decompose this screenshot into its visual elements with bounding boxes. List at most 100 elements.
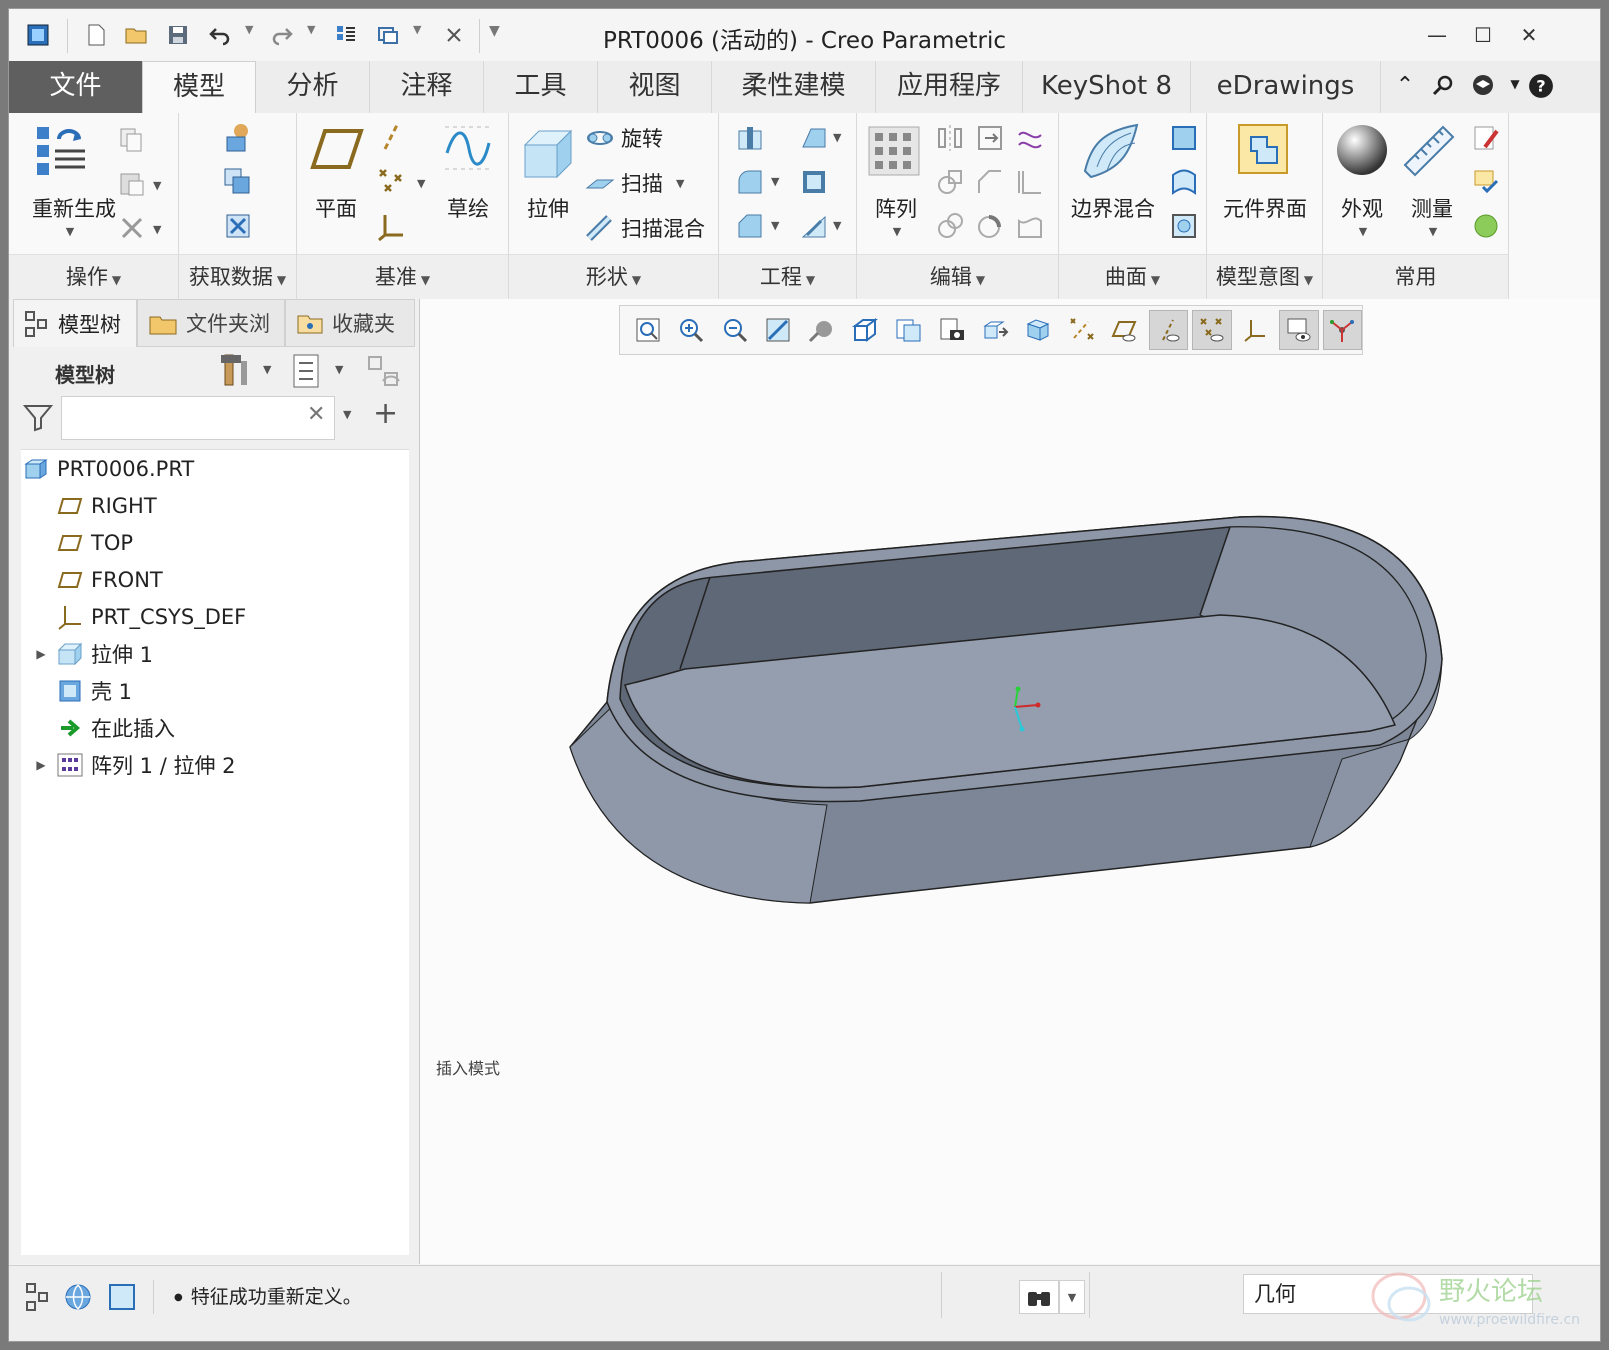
extrude-icon[interactable] bbox=[521, 125, 577, 183]
round-icon[interactable] bbox=[735, 167, 765, 201]
find-icon[interactable] bbox=[1019, 1280, 1059, 1314]
tab-model-tree[interactable]: 模型树 bbox=[13, 299, 137, 347]
datum-plane-icon[interactable] bbox=[309, 125, 365, 177]
paste-icon[interactable] bbox=[117, 169, 147, 203]
tab-tools[interactable]: 工具 bbox=[484, 61, 598, 113]
tab-model[interactable]: 模型 bbox=[142, 61, 256, 114]
style-icon[interactable] bbox=[1169, 167, 1199, 201]
chamfer-dropdown-icon[interactable]: ▼ bbox=[771, 219, 779, 232]
tree-item-extrude-1[interactable]: ▶ 拉伸 1 bbox=[27, 637, 153, 671]
swept-blend-button[interactable]: 扫描混合 bbox=[585, 213, 705, 243]
merge-icon[interactable] bbox=[935, 167, 965, 201]
group-label-operations[interactable]: 操作 ▼ bbox=[9, 254, 178, 299]
regenerate-icon[interactable] bbox=[33, 123, 89, 183]
expand-arrow-icon[interactable]: ▶ bbox=[27, 647, 55, 661]
draft-dropdown-icon[interactable]: ▼ bbox=[833, 131, 841, 144]
revolve-button[interactable]: 旋转 bbox=[585, 123, 663, 153]
component-interface-icon[interactable] bbox=[1235, 121, 1291, 181]
intersect-icon[interactable] bbox=[935, 211, 965, 245]
show-columns-icon[interactable] bbox=[291, 353, 321, 393]
chamfer-icon[interactable] bbox=[735, 211, 765, 245]
measure-button[interactable]: 测量 bbox=[1397, 193, 1467, 223]
trim-icon[interactable] bbox=[975, 167, 1005, 201]
browser-toggle-icon[interactable] bbox=[61, 1280, 95, 1314]
paste-dropdown-icon[interactable]: ▼ bbox=[153, 179, 161, 192]
clear-search-icon[interactable]: ✕ bbox=[307, 402, 325, 427]
tree-item-insert-here[interactable]: 在此插入 bbox=[55, 711, 175, 745]
find-dropdown-icon[interactable]: ▼ bbox=[1059, 1280, 1085, 1314]
tab-favorites[interactable]: 收藏夹 bbox=[285, 299, 415, 347]
tab-edrawings[interactable]: eDrawings bbox=[1191, 61, 1381, 113]
pattern-dropdown-icon[interactable]: ▼ bbox=[885, 225, 909, 238]
regenerate-button[interactable]: 重新生成 bbox=[19, 193, 129, 223]
tab-flexible-modeling[interactable]: 柔性建模 bbox=[712, 61, 876, 113]
datum-axis-icon[interactable] bbox=[377, 121, 405, 157]
tree-item-csys[interactable]: PRT_CSYS_DEF bbox=[55, 600, 246, 634]
model-viewport[interactable] bbox=[420, 299, 1601, 1264]
user-defined-feature-icon[interactable] bbox=[221, 121, 255, 159]
maximize-button[interactable]: ☐ bbox=[1463, 19, 1503, 51]
rib-dropdown-icon[interactable]: ▼ bbox=[833, 219, 841, 232]
tab-keyshot[interactable]: KeyShot 8 bbox=[1023, 61, 1191, 113]
add-column-icon[interactable]: + bbox=[373, 396, 398, 431]
appearance-button[interactable]: 外观 bbox=[1327, 193, 1397, 223]
appearance-icon[interactable] bbox=[1335, 123, 1389, 181]
extrude-button[interactable]: 拉伸 bbox=[513, 193, 583, 223]
point-dropdown-icon[interactable]: ▼ bbox=[417, 177, 425, 190]
shell-tool-icon[interactable] bbox=[799, 167, 829, 201]
search-icon[interactable] bbox=[1427, 73, 1459, 101]
component-interface-button[interactable]: 元件界面 bbox=[1209, 193, 1321, 223]
tree-search-input[interactable] bbox=[61, 396, 335, 440]
tree-item-top[interactable]: TOP bbox=[55, 526, 133, 560]
measure-dropdown-icon[interactable]: ▼ bbox=[1421, 225, 1445, 238]
rib-icon[interactable] bbox=[799, 211, 829, 245]
solidify-icon[interactable] bbox=[1015, 211, 1045, 245]
measure-icon[interactable] bbox=[1401, 123, 1457, 181]
mirror-icon[interactable] bbox=[935, 123, 965, 157]
coordinate-system-icon[interactable] bbox=[377, 211, 405, 245]
show-dropdown-icon[interactable]: ▼ bbox=[335, 363, 343, 376]
tab-analysis[interactable]: 分析 bbox=[256, 61, 370, 113]
boundary-blend-button[interactable]: 边界混合 bbox=[1063, 193, 1163, 223]
draft-icon[interactable] bbox=[799, 123, 829, 157]
search-options-dropdown-icon[interactable]: ▼ bbox=[343, 408, 351, 421]
tree-item-front[interactable]: FRONT bbox=[55, 563, 163, 597]
group-label-model-intent[interactable]: 模型意图 ▼ bbox=[1207, 254, 1322, 299]
regenerate-dropdown-icon[interactable]: ▼ bbox=[55, 225, 85, 238]
group-label-shapes[interactable]: 形状 ▼ bbox=[509, 254, 718, 299]
copy-icon[interactable] bbox=[117, 125, 147, 159]
sketch-button[interactable]: 草绘 bbox=[433, 193, 503, 223]
group-label-common[interactable]: 常用 bbox=[1323, 254, 1508, 299]
group-label-editing[interactable]: 编辑 ▼ bbox=[857, 254, 1058, 299]
extend-icon[interactable] bbox=[975, 123, 1005, 157]
tree-settings-tools-icon[interactable] bbox=[219, 351, 253, 393]
pattern-button[interactable]: 阵列 bbox=[861, 193, 931, 223]
group-label-datum[interactable]: 基准 ▼ bbox=[297, 254, 508, 299]
tree-settings-dropdown-icon[interactable]: ▼ bbox=[263, 363, 271, 376]
delete-dropdown-icon[interactable]: ▼ bbox=[153, 223, 161, 236]
copy-geometry-icon[interactable] bbox=[221, 165, 255, 203]
green-status-icon[interactable] bbox=[1471, 211, 1501, 245]
edit-parameters-icon[interactable] bbox=[1471, 123, 1501, 157]
filter-icon[interactable] bbox=[22, 402, 54, 436]
appearance-dropdown-icon[interactable]: ▼ bbox=[1351, 225, 1375, 238]
graphics-window[interactable]: 插入模式 bbox=[420, 299, 1601, 1264]
tree-item-pattern-1[interactable]: ▶ 阵列 1 / 拉伸 2 bbox=[27, 748, 236, 782]
group-label-engineering[interactable]: 工程 ▼ bbox=[719, 254, 856, 299]
thicken-icon[interactable] bbox=[975, 211, 1005, 245]
merge-inheritance-icon[interactable] bbox=[221, 209, 255, 247]
delete-icon[interactable] bbox=[117, 213, 147, 247]
offset-icon[interactable] bbox=[1015, 167, 1045, 201]
round-dropdown-icon[interactable]: ▼ bbox=[771, 175, 779, 188]
plane-button[interactable]: 平面 bbox=[301, 193, 371, 223]
tab-view[interactable]: 视图 bbox=[598, 61, 712, 113]
check-model-icon[interactable] bbox=[1471, 167, 1501, 201]
hide-items-icon[interactable] bbox=[365, 353, 401, 393]
tab-file[interactable]: 文件 bbox=[9, 61, 142, 113]
fill-icon[interactable] bbox=[1169, 123, 1199, 157]
boundary-blend-icon[interactable] bbox=[1081, 121, 1143, 185]
sketch-icon[interactable] bbox=[443, 123, 493, 177]
project-icon[interactable] bbox=[1015, 123, 1045, 157]
help-icon[interactable]: ? bbox=[1525, 73, 1557, 101]
hole-icon[interactable] bbox=[735, 123, 765, 157]
